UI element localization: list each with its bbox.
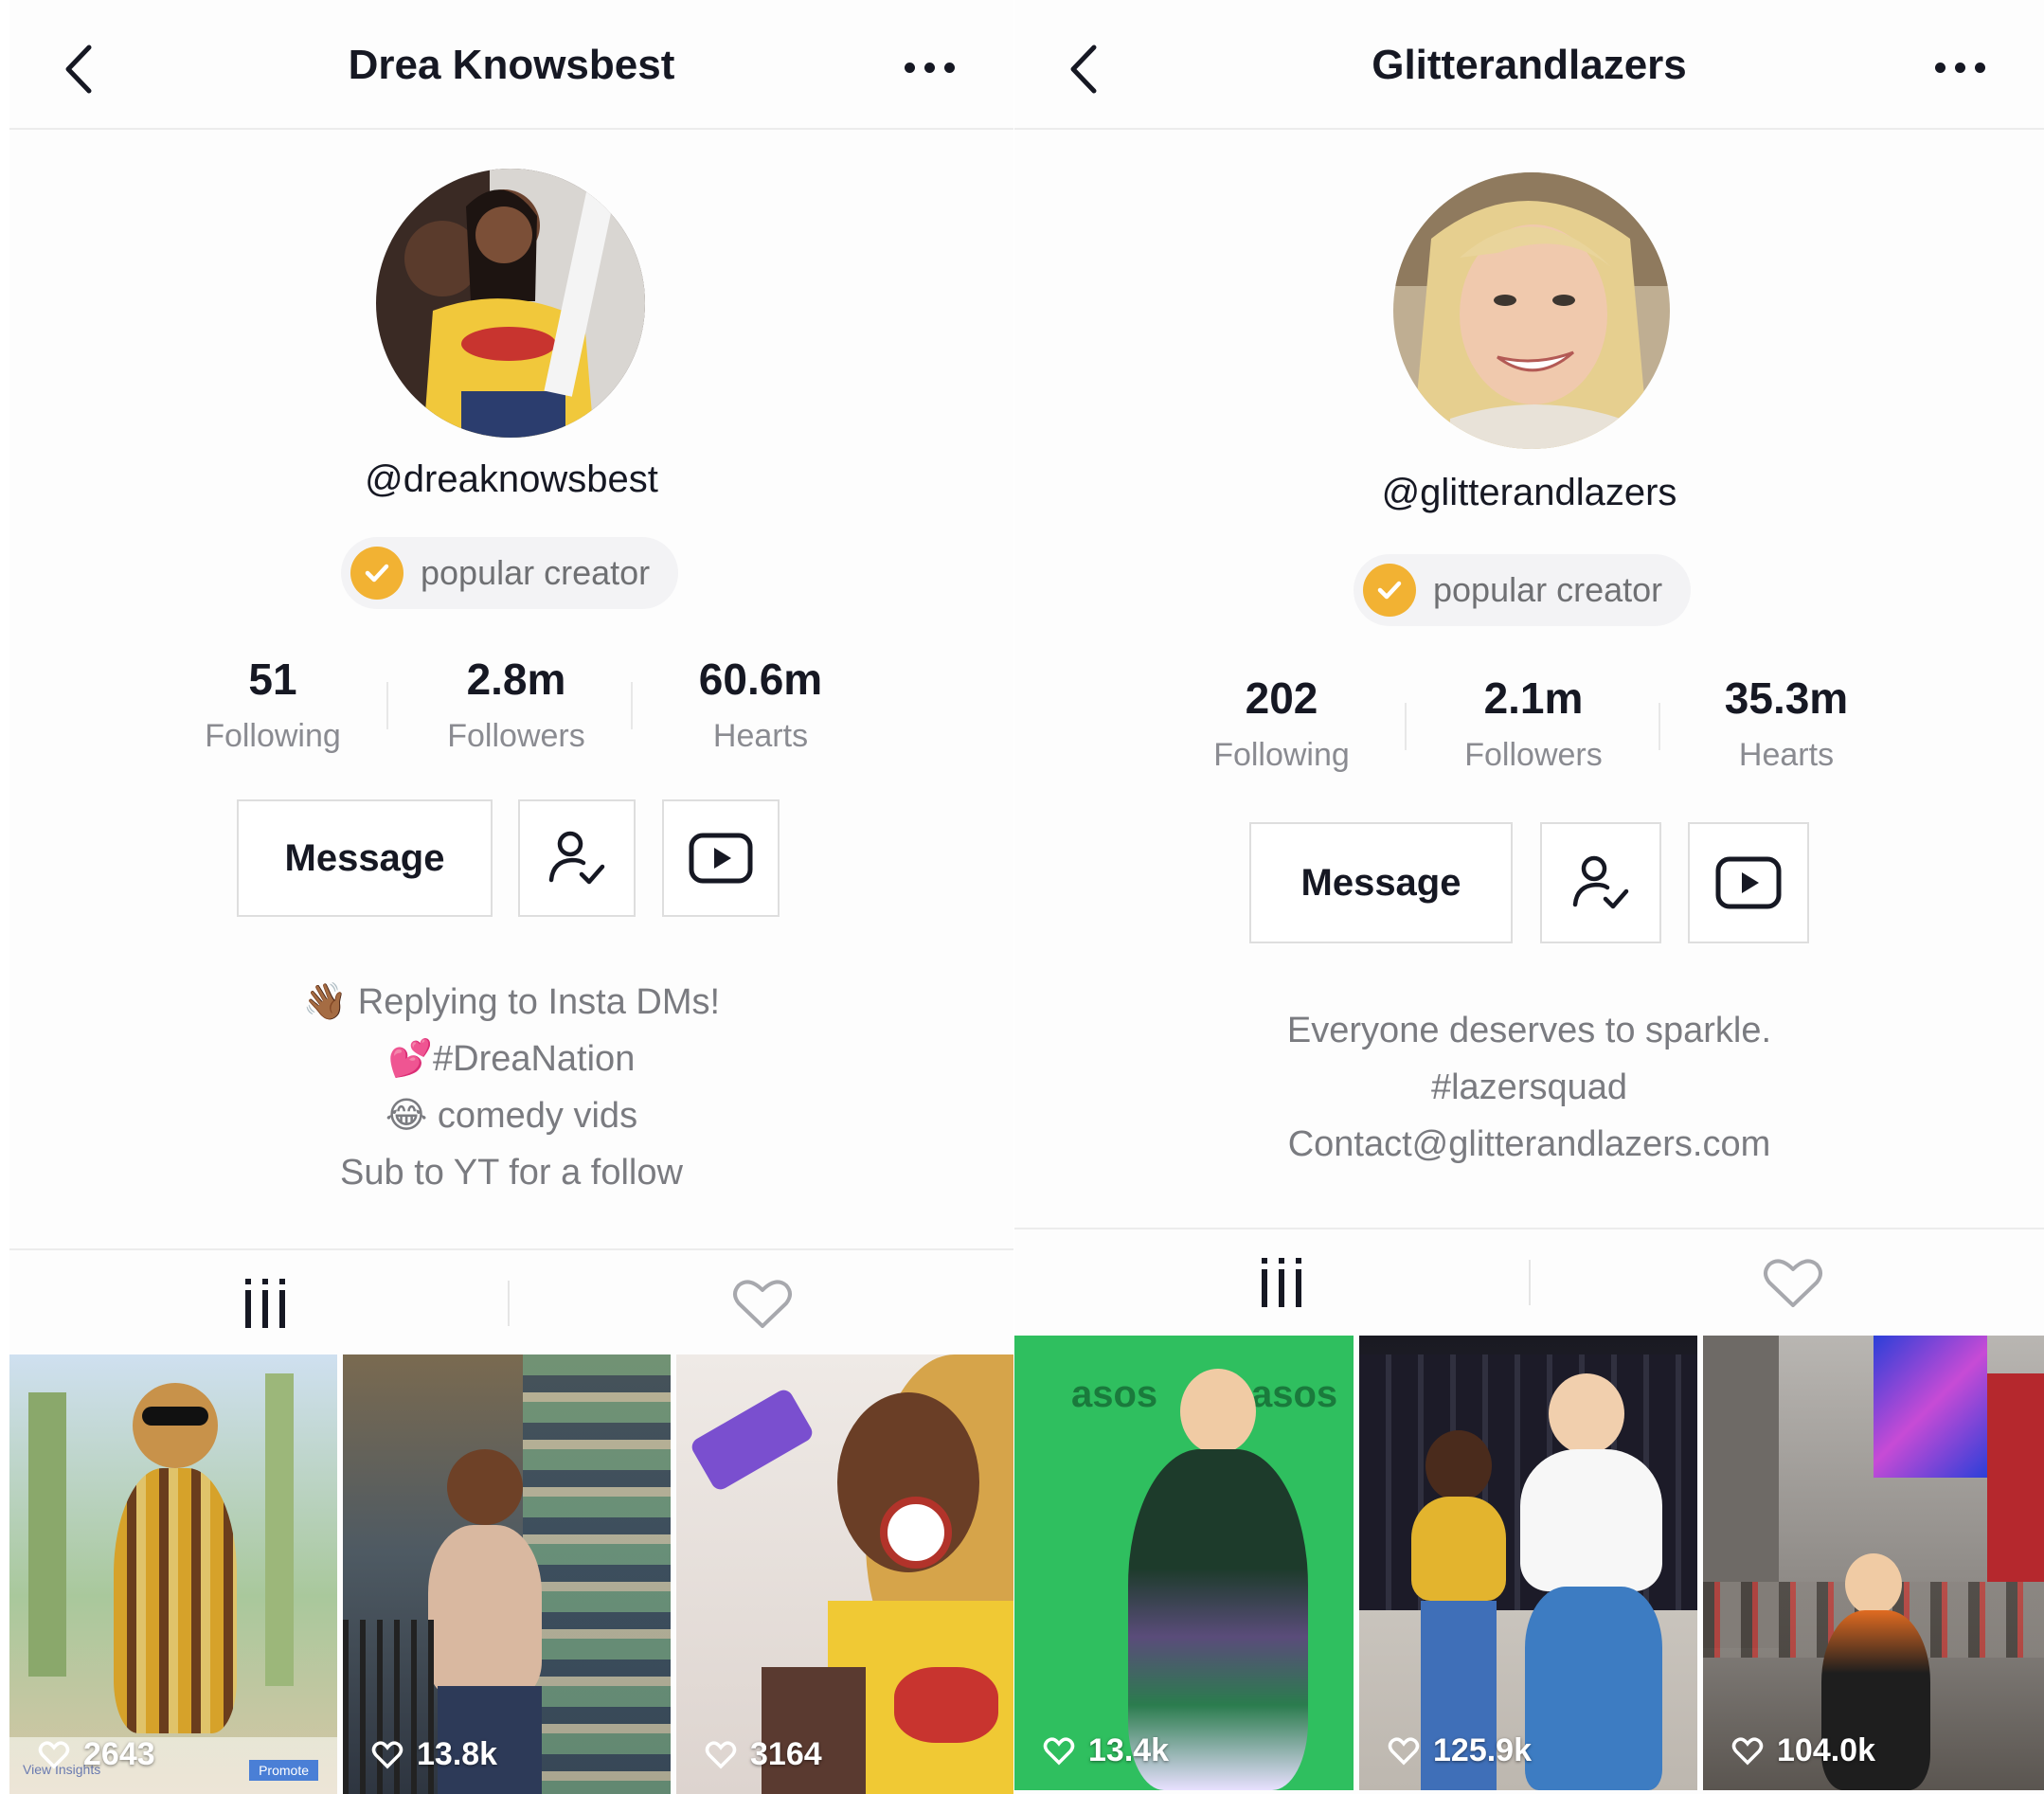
bio-line[interactable]: Contact@glitterandlazers.com — [1014, 1116, 2044, 1173]
bio-line: Sub to YT for a follow — [340, 1153, 683, 1193]
heart-outline-icon — [38, 1740, 70, 1768]
check-badge-icon — [1363, 564, 1416, 617]
likes-count: 13.4k — [1088, 1732, 1170, 1768]
stat-followers[interactable]: 2.8m Followers — [393, 654, 639, 755]
profile-bio: 👋🏾 Replying to Insta DMs! 💕#DreaNation 😂… — [9, 974, 1013, 1201]
following-label: Following — [205, 718, 341, 754]
hearts-count: 60.6m — [698, 655, 823, 704]
hearts-count: 35.3m — [1724, 673, 1849, 723]
message-button[interactable]: Message — [237, 799, 493, 917]
more-dots-icon[interactable] — [1930, 49, 1997, 87]
video-thumbnail[interactable]: 125.9k — [1359, 1336, 1697, 1790]
more-dots-icon[interactable] — [900, 49, 966, 87]
likes-count: 125.9k — [1433, 1732, 1532, 1768]
bio-line: Everyone deserves to sparkle. — [1286, 1011, 1772, 1050]
popular-creator-badge: popular creator — [1354, 554, 1692, 626]
badge-label: popular creator — [421, 553, 651, 592]
video-likes: 125.9k — [1388, 1732, 1532, 1769]
message-button[interactable]: Message — [1249, 822, 1513, 943]
grid-bars-icon[interactable] — [232, 1275, 298, 1332]
video-thumbnail[interactable]: View Insights Promote 2643 — [9, 1354, 337, 1794]
heart-outline-icon — [1388, 1736, 1420, 1765]
stat-following[interactable]: 202 Following — [1158, 673, 1405, 774]
heart-outline-icon — [1731, 1736, 1764, 1765]
stat-following[interactable]: 51 Following — [150, 654, 396, 755]
following-label: Following — [1213, 737, 1350, 773]
followers-label: Followers — [447, 718, 585, 754]
video-likes: 3164 — [705, 1736, 822, 1773]
popular-creator-badge: popular creator — [341, 537, 679, 609]
youtube-play-icon — [1715, 856, 1782, 909]
followers-label: Followers — [1464, 737, 1603, 773]
avatar — [1393, 172, 1670, 449]
bio-line: 😂 comedy vids — [385, 1096, 638, 1136]
profile-title: Glitterandlazers — [1372, 42, 1687, 88]
stat-hearts: 35.3m Hearts — [1663, 673, 1910, 774]
stat-divider — [631, 682, 633, 729]
hearts-label: Hearts — [712, 718, 809, 754]
badge-label: popular creator — [1433, 570, 1663, 609]
stat-divider — [1405, 703, 1407, 750]
likes-count: 2643 — [83, 1736, 155, 1772]
content-tabs — [9, 1248, 1013, 1356]
profile-panel-right: Glitterandlazers @glitterandlazers popul… — [1014, 0, 2044, 1794]
video-thumbnail[interactable]: 104.0k — [1703, 1336, 2044, 1790]
video-likes: 2643 — [38, 1736, 155, 1773]
stat-followers[interactable]: 2.1m Followers — [1410, 673, 1657, 774]
content-tabs — [1014, 1228, 2044, 1336]
tab-divider — [508, 1281, 510, 1326]
grid-bars-icon[interactable] — [1248, 1254, 1315, 1311]
promote-button[interactable]: Promote — [249, 1760, 318, 1781]
video-likes: 104.0k — [1731, 1732, 1875, 1769]
bio-line: 👋🏾 Replying to Insta DMs! — [302, 982, 721, 1022]
top-bar: Glitterandlazers — [1014, 0, 2044, 130]
following-toggle-button[interactable] — [518, 799, 636, 917]
video-thumbnail[interactable]: 13.8k — [343, 1354, 671, 1794]
profile-panel-left: Drea Knowsbest @dreaknowsbest popular cr… — [9, 0, 1013, 1794]
profile-title: Drea Knowsbest — [348, 42, 675, 88]
stat-divider — [386, 682, 388, 729]
following-count: 51 — [248, 655, 297, 704]
video-likes: 13.4k — [1043, 1732, 1169, 1769]
backdrop-text: asos — [1251, 1373, 1338, 1415]
followers-count: 2.1m — [1483, 673, 1584, 723]
heart-outline-icon — [371, 1740, 403, 1768]
following-toggle-button[interactable] — [1540, 822, 1661, 943]
check-badge-icon — [350, 547, 403, 600]
top-bar: Drea Knowsbest — [9, 0, 1013, 130]
stat-hearts: 60.6m Hearts — [637, 654, 884, 755]
followers-count: 2.8m — [466, 655, 566, 704]
following-count: 202 — [1245, 673, 1318, 723]
tab-divider — [1529, 1260, 1531, 1305]
heart-outline-icon[interactable] — [1760, 1254, 1826, 1311]
profile-bio: Everyone deserves to sparkle. #lazersqua… — [1014, 1002, 2044, 1173]
profile-handle: @glitterandlazers — [1381, 472, 1677, 513]
user-check-icon — [548, 831, 605, 885]
likes-count: 104.0k — [1777, 1732, 1875, 1768]
bio-line: #lazersquad — [1430, 1067, 1628, 1107]
backdrop-text: asos — [1071, 1373, 1158, 1415]
heart-outline-icon — [1043, 1736, 1075, 1765]
video-thumbnail[interactable]: asos asos 13.4k — [1014, 1336, 1354, 1790]
likes-count: 13.8k — [417, 1736, 498, 1772]
youtube-button[interactable] — [662, 799, 780, 917]
avatar — [376, 169, 645, 438]
heart-outline-icon[interactable] — [729, 1275, 796, 1332]
stat-divider — [1659, 703, 1660, 750]
profile-handle: @dreaknowsbest — [365, 458, 658, 500]
video-likes: 13.8k — [371, 1736, 497, 1773]
video-thumbnail[interactable]: 3164 — [676, 1354, 1013, 1794]
youtube-play-icon — [689, 833, 753, 884]
hearts-label: Hearts — [1738, 737, 1835, 773]
likes-count: 3164 — [750, 1736, 822, 1772]
youtube-button[interactable] — [1688, 822, 1809, 943]
user-check-icon — [1572, 855, 1629, 909]
bio-line: 💕#DreaNation — [387, 1039, 636, 1079]
heart-outline-icon — [705, 1740, 737, 1768]
